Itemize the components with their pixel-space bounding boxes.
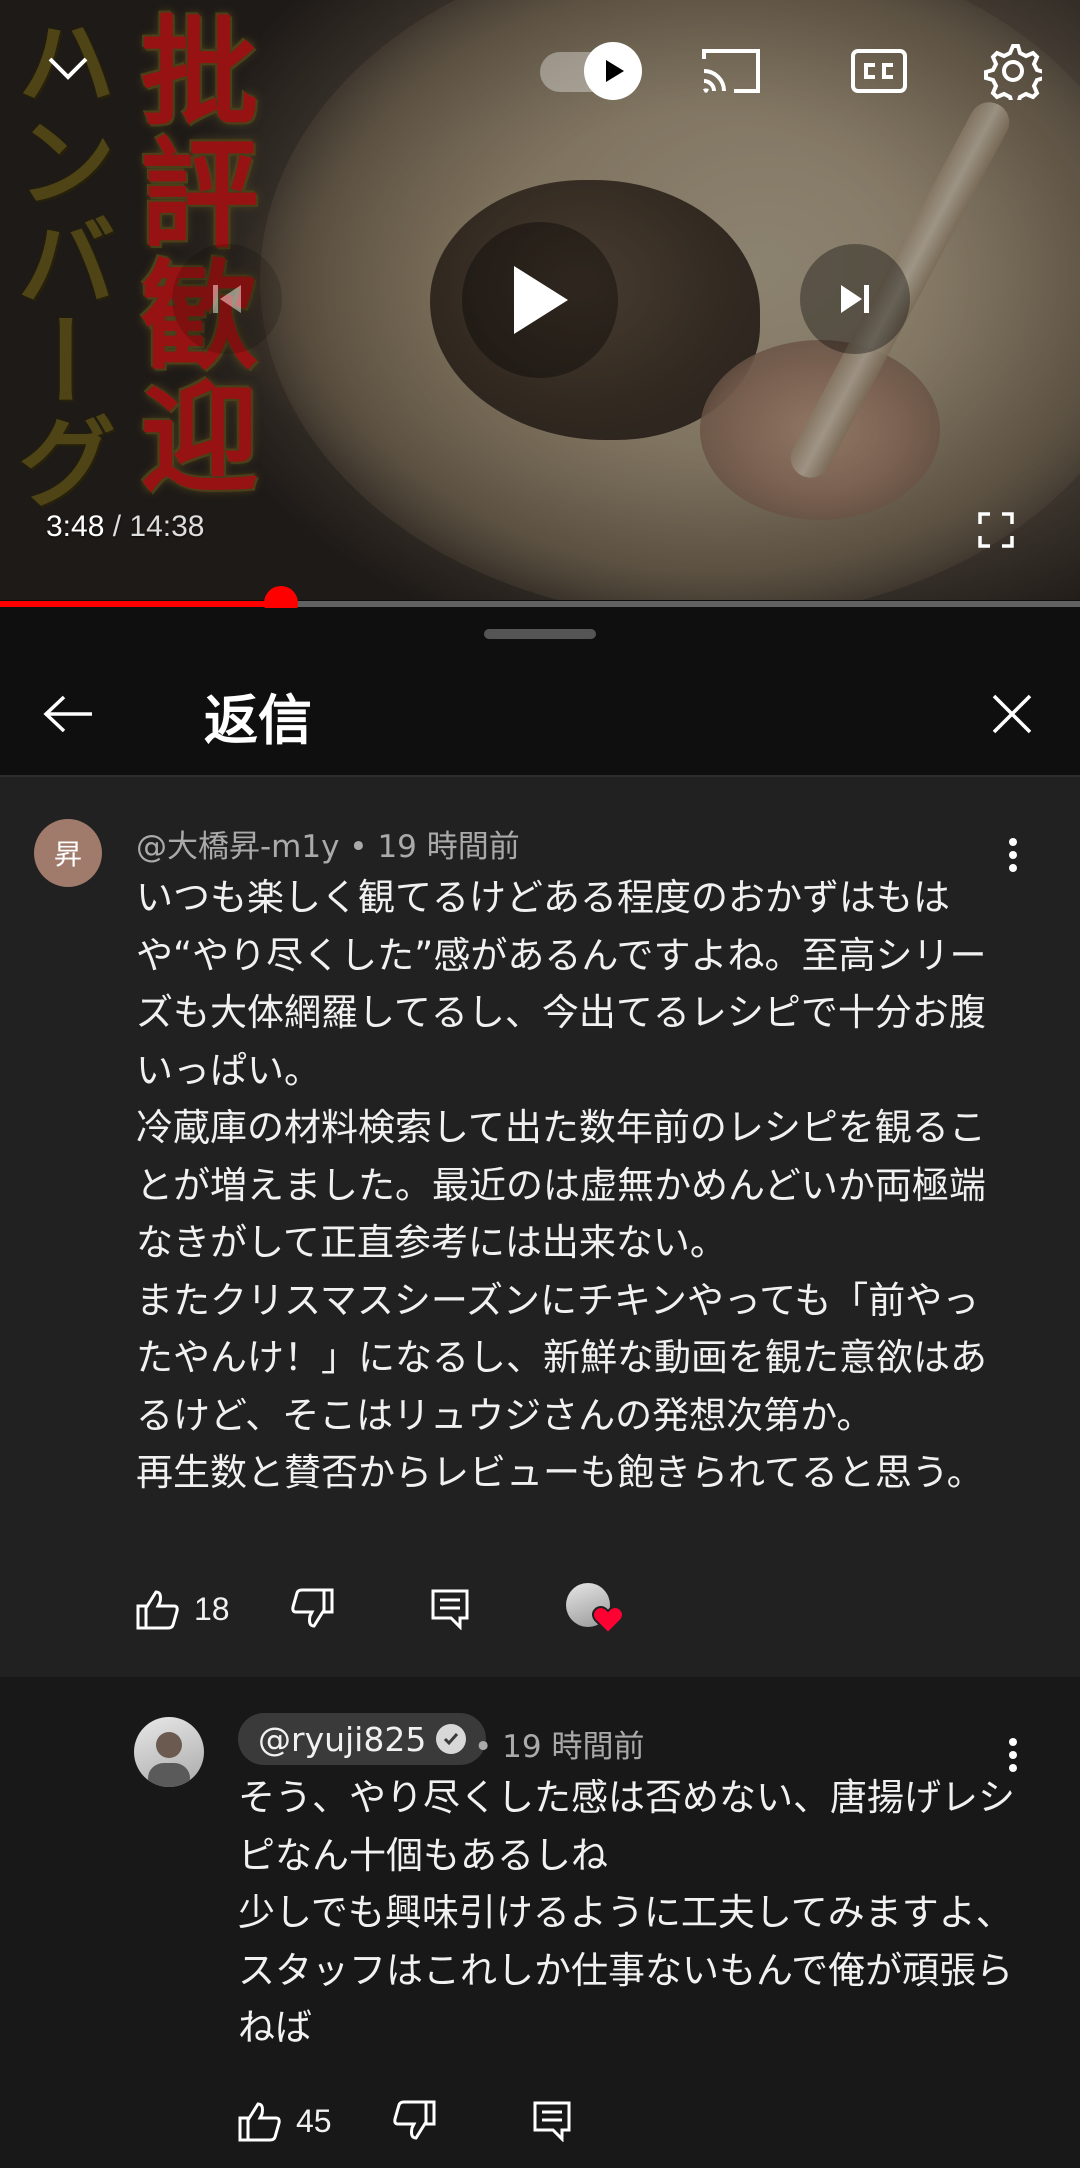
duration: 14:38 [129,510,205,543]
thumbs-up-icon [238,2102,281,2142]
fullscreen-icon[interactable] [972,506,1020,554]
replies-panel: 返信 昇 @大橋昇-m1y • 19 時間前 いつも楽しく観てるけどある程度のお… [0,608,1080,2168]
person-avatar-icon [148,1732,190,1787]
cc-icon[interactable] [844,36,914,106]
cast-icon[interactable] [696,36,766,106]
gear-icon[interactable] [976,34,1050,108]
close-icon[interactable] [980,682,1044,746]
heart-icon [591,1606,624,1635]
creator-author-chip[interactable]: @ryuji825 [238,1713,487,1765]
like-count: 18 [194,1590,230,1627]
current-time: 3:48 [46,510,105,543]
comment-time: 19 時間前 [377,829,520,865]
comment-actions: 18 [136,1583,626,1635]
panel-title: 返信 [204,689,312,752]
drag-handle[interactable] [484,629,596,639]
skip-next-icon[interactable] [800,244,910,354]
dislike-button[interactable] [290,1588,334,1630]
comment-text: いつも楽しく観てるけどある程度のおかずはもはや“やり尽くした”感があるんですよね… [136,876,987,1494]
comment-author: @ryuji825 [258,1719,427,1759]
back-arrow-icon[interactable] [36,682,100,746]
comment-actions: 45 [238,2100,572,2142]
like-button[interactable]: 45 [238,2100,332,2142]
creator-heart [565,1583,626,1635]
play-icon[interactable] [462,222,618,378]
comment-meta: • 19 時間前 [474,1729,645,1765]
parent-comment: 昇 @大橋昇-m1y • 19 時間前 いつも楽しく観てるけどある程度のおかずは… [0,777,1080,1677]
comment-meta: @大橋昇-m1y • 19 時間前 [136,829,520,865]
thumbs-down-icon [392,2100,436,2140]
playback-time: 3:48 / 14:38 [46,510,204,544]
dislike-button[interactable] [392,2100,436,2142]
progress-fill [0,601,281,607]
avatar[interactable]: 昇 [34,819,102,887]
avatar-letter: 昇 [53,838,82,871]
like-count: 45 [296,2102,332,2139]
autoplay-toggle-icon[interactable] [584,42,642,100]
reply-comment: @ryuji825 • 19 時間前 そう、やり尽くした感は否めない、唐揚げレシ… [0,1677,1080,2168]
reply-button[interactable] [532,2100,572,2142]
verified-check-icon [436,1724,467,1754]
like-button[interactable]: 18 [136,1588,230,1630]
time-separator: / [104,510,130,543]
comment-time: 19 時間前 [502,1729,645,1765]
comment-text: そう、やり尽くした感は否めない、唐揚げレシピなん十個もあるしね 少しでも興味引け… [238,1776,1015,2049]
comment-author[interactable]: @大橋昇-m1y [136,829,339,865]
avatar[interactable] [134,1717,204,1787]
thumbs-down-icon [290,1588,334,1628]
video-player[interactable]: ハンバーグ 批評歓迎 3:48 / 14:38 [0,0,1080,600]
thumbs-up-icon [136,1590,179,1630]
comment-reply-icon [431,1589,469,1630]
skip-previous-icon[interactable] [172,244,282,354]
reply-button[interactable] [430,1588,470,1630]
chevron-down-icon[interactable] [36,36,100,100]
comment-reply-icon [533,2101,571,2142]
